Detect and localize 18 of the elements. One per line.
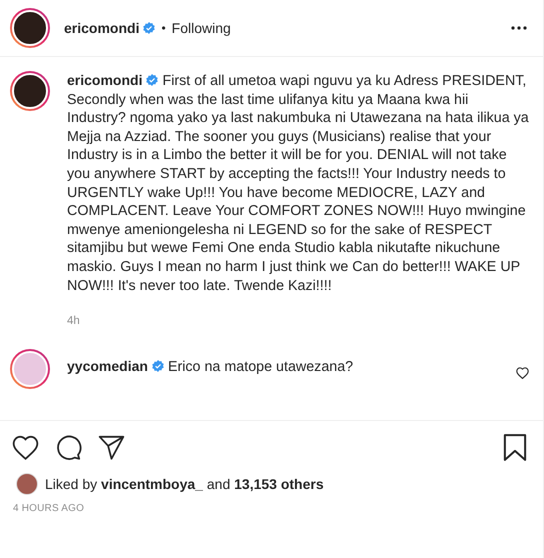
following-status[interactable]: Following (172, 20, 231, 36)
profile-avatar[interactable] (10, 8, 50, 48)
username-link[interactable]: yycomedian (67, 358, 148, 374)
username-link[interactable]: ericomondi (64, 20, 140, 36)
caption-text: ericomondi First of all umetoa wapi nguvu ya ku Adress PRESIDENT, Secondly when was the last time ulifanya kitu ya Maana kwa hii Industry? ngoma yako ya last nakumbuka ni Utawezana na hata ilikua ya Mejja na Azziad. The sooner you guys (Musicians) realise that your Industry is in a Limbo the better it will be for you. DENIAL will not take you anywhere START by accepting the facts!!! Your Industry needs to URGENTLY wake Up!!! You have become MEDIOCRE, LAZY and COMPLACENT. Leave Your COMFORT ZONES NOW!!! Huyo mwingine mwenye ameniongelesha ni LEGEND so for the sake of RESPECT sitamjibu but wewe Femi One enda Studio kabla nikutafte nikuchune maskio. Guys I mean no harm I just think we Can do better!!! WAKE UP NOW!!! It's never too late. Twende Kazi!!!! (67, 71, 529, 296)
comment-text: yycomedian Erico na matope utawezana? (67, 357, 354, 376)
profile-avatar[interactable] (10, 71, 50, 111)
separator-dot: • (161, 21, 166, 35)
liker-avatar[interactable] (16, 473, 38, 495)
like-heart-icon[interactable] (516, 367, 529, 380)
bookmark-icon[interactable] (503, 434, 527, 460)
likes-text[interactable]: Liked by vincentmboya_ and 13,153 others (45, 476, 324, 492)
share-paper-plane-icon[interactable] (98, 434, 125, 460)
commenter-avatar[interactable] (10, 349, 50, 390)
like-heart-icon[interactable] (12, 434, 39, 460)
username-link[interactable]: ericomondi (67, 72, 142, 88)
more-options-icon[interactable] (511, 26, 527, 30)
comment-bubble-icon[interactable] (55, 434, 82, 460)
